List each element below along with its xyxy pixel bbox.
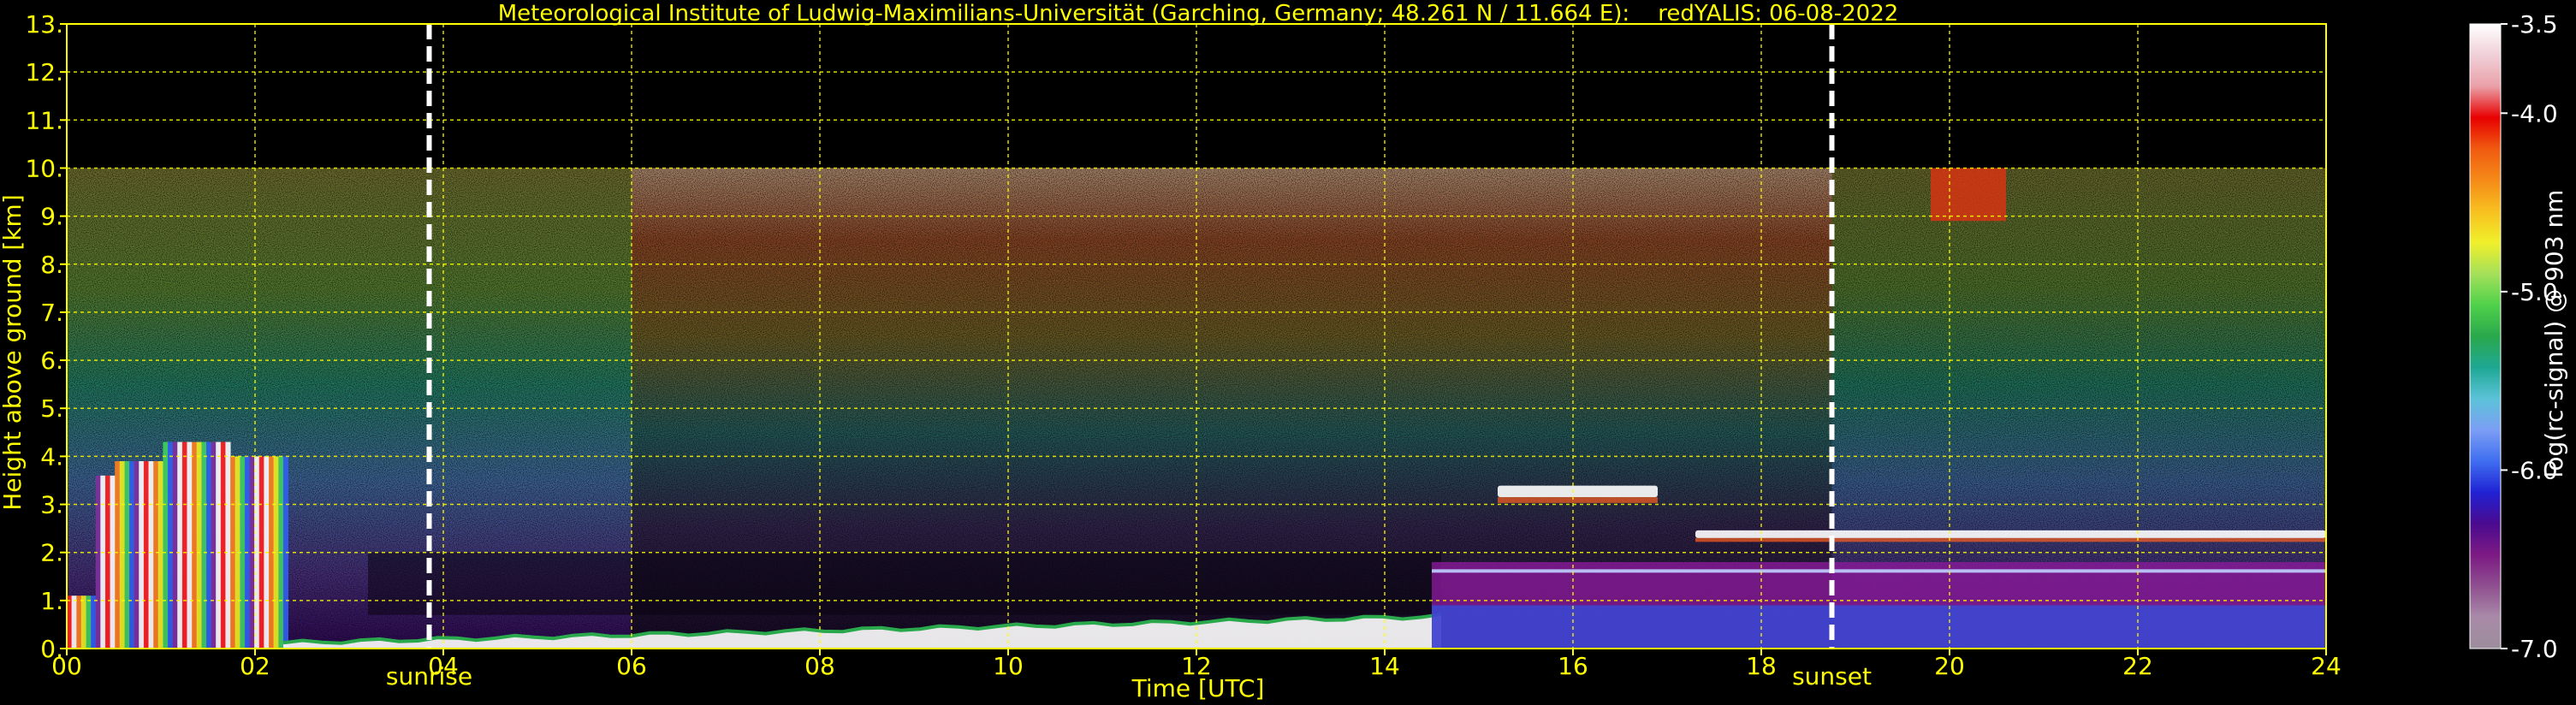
colorbar-tick-label: -3.5 <box>2511 10 2558 39</box>
cloud-layer-edge <box>1498 497 1658 503</box>
cloud-layer-band <box>1695 530 2326 538</box>
y-tick-label: 3. <box>40 491 63 519</box>
precipitation-column <box>225 441 231 649</box>
x-tick-label: 08 <box>804 652 835 680</box>
precipitation-column <box>148 461 154 649</box>
precipitation-column <box>104 475 111 649</box>
colorbar-tick-label: -4.0 <box>2511 99 2558 127</box>
precipitation-column <box>153 461 159 649</box>
precipitation-column <box>181 441 187 649</box>
y-tick-label: 8. <box>40 251 63 279</box>
precipitation-column <box>143 461 150 649</box>
precipitation-column <box>115 461 121 649</box>
y-axis-label: Height above ground [km] <box>0 194 27 511</box>
precipitation-column <box>86 595 92 649</box>
x-tick-label: 22 <box>2122 652 2153 680</box>
precipitation-column <box>129 461 135 649</box>
precipitation-column <box>172 441 178 649</box>
x-tick-label: 20 <box>1934 652 1965 680</box>
y-tick-label: 10. <box>25 154 63 182</box>
y-tick-label: 5. <box>40 394 63 423</box>
precipitation-column <box>216 441 222 649</box>
low-signal-band <box>368 552 1441 615</box>
y-tick-label: 2. <box>40 539 63 567</box>
precipitation-column <box>211 441 217 649</box>
plot-area <box>67 24 2326 649</box>
x-tick-label: 14 <box>1369 652 1400 680</box>
x-tick-label: 04 <box>428 652 459 680</box>
precipitation-column <box>71 595 77 649</box>
precipitation-column <box>201 441 207 649</box>
sunset-label: sunset <box>1792 662 1872 690</box>
precipitation-column <box>76 595 82 649</box>
precipitation-column <box>163 441 169 649</box>
precipitation-column <box>124 461 130 649</box>
y-tick-label: 9. <box>40 203 63 231</box>
x-tick-label: 10 <box>993 652 1024 680</box>
x-tick-label: 18 <box>1746 652 1777 680</box>
precipitation-column <box>100 475 106 649</box>
y-tick-label: 1. <box>40 587 63 615</box>
y-tick-label: 11. <box>25 106 63 134</box>
precipitation-column <box>196 441 202 649</box>
y-tick-label: 7. <box>40 299 63 327</box>
precipitation-column <box>205 441 212 649</box>
precipitation-column <box>91 595 97 649</box>
y-tick-label: 13. <box>25 10 63 39</box>
residual-layer-lower <box>1432 605 2326 649</box>
x-tick-label: 06 <box>616 652 647 680</box>
x-tick-label: 02 <box>240 652 270 680</box>
cloud-patch-fill <box>1931 168 2006 222</box>
precipitation-column <box>192 441 198 649</box>
precipitation-column <box>110 475 116 649</box>
precipitation-column <box>168 441 174 649</box>
colorbar-gradient <box>2470 24 2501 649</box>
precipitation-column <box>157 461 163 649</box>
y-tick-label: 12. <box>25 58 63 86</box>
colorbar-label: log(rc-signal) @ 903 nm <box>2540 190 2568 478</box>
cloud-layer-edge <box>1695 537 2326 542</box>
residual-layer-line <box>1432 569 2326 573</box>
chart-title: Meteorological Institute of Ludwig-Maxim… <box>498 1 1899 27</box>
colorbar-tick-label: -7.0 <box>2511 635 2558 663</box>
precipitation-column <box>177 441 183 649</box>
precipitation-column <box>134 461 139 649</box>
precipitation-column <box>80 595 86 649</box>
precipitation-column <box>220 441 226 649</box>
precipitation-column <box>139 461 145 649</box>
y-tick-label: 0. <box>40 635 63 663</box>
x-tick-label: 24 <box>2311 652 2342 680</box>
precipitation-column <box>119 461 125 649</box>
x-tick-label: 16 <box>1558 652 1588 680</box>
cloud-layer-band <box>1498 485 1658 498</box>
lidar-chart: sunrise sunset 00 02 04 06 08 10 12 14 16 18 20 22 24… <box>0 1 2568 702</box>
precipitation-column <box>95 475 101 649</box>
x-axis-label: Time [UTC] <box>1131 674 1265 702</box>
precipitation-column <box>187 441 193 649</box>
y-tick-label: 6. <box>40 347 63 375</box>
y-tick-label: 4. <box>40 442 63 471</box>
